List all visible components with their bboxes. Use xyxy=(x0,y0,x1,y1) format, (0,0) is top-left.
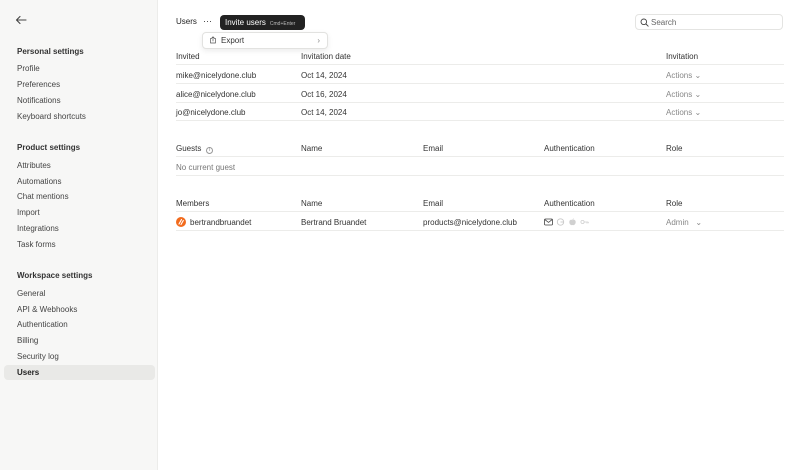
sidebar-item-chat-mentions[interactable]: Chat mentions xyxy=(4,189,155,204)
menu-item-export[interactable]: Export › xyxy=(204,34,326,47)
table-row: alice@nicelydone.club Oct 16, 2024 Actio… xyxy=(176,85,784,103)
column-header-authentication: Authentication xyxy=(544,144,595,153)
search-field[interactable] xyxy=(635,14,783,30)
sidebar-item-import[interactable]: Import xyxy=(4,205,155,220)
search-input[interactable] xyxy=(651,16,779,28)
role-value: Admin xyxy=(666,218,689,227)
menu-item-export-label: Export xyxy=(221,36,245,45)
key-auth-icon xyxy=(580,220,589,225)
search-icon xyxy=(640,18,649,27)
sidebar-item-general[interactable]: General xyxy=(4,286,155,301)
invitation-date: Oct 14, 2024 xyxy=(301,108,347,117)
avatar xyxy=(176,217,186,227)
users-page: Users ··· Invite users Cmd+Enter Export ›… xyxy=(158,0,800,470)
member-name: Bertrand Bruandet xyxy=(301,218,367,227)
export-icon xyxy=(210,36,216,44)
sidebar-item-preferences[interactable]: Preferences xyxy=(4,77,155,92)
email-auth-icon xyxy=(544,218,553,226)
invitation-date: Oct 16, 2024 xyxy=(301,90,347,99)
invited-table-header: Invited Invitation date Invitation xyxy=(176,48,784,65)
guests-header-label: Guests xyxy=(176,144,202,153)
empty-state-text: No current guest xyxy=(176,163,236,172)
column-header-invitation-date: Invitation date xyxy=(301,52,351,61)
info-icon[interactable]: i xyxy=(206,147,214,154)
google-auth-icon xyxy=(556,218,565,226)
sidebar-item-security-log[interactable]: Security log xyxy=(4,349,155,364)
settings-sidebar: Personal settings Profile Preferences No… xyxy=(0,0,158,470)
actions-dropdown[interactable]: Actions ⌄ xyxy=(666,90,701,99)
column-header-members: Members xyxy=(176,199,210,208)
more-options-button[interactable]: ··· xyxy=(200,15,215,29)
invite-users-button[interactable]: Invite users Cmd+Enter xyxy=(220,15,305,30)
guests-table-header: Guests i Name Email Authentication Role xyxy=(176,140,784,157)
invite-shortcut-hint: Cmd+Enter xyxy=(269,21,296,27)
column-header-name: Name xyxy=(301,144,323,153)
sidebar-item-automations[interactable]: Automations xyxy=(4,174,155,189)
column-header-name: Name xyxy=(301,199,323,208)
sidebar-item-task-forms[interactable]: Task forms xyxy=(4,237,155,252)
section-title-workspace: Workspace settings xyxy=(17,271,93,280)
column-header-role: Role xyxy=(666,144,683,153)
sidebar-item-keyboard-shortcuts[interactable]: Keyboard shortcuts xyxy=(4,109,155,124)
invited-email: mike@nicelydone.club xyxy=(176,71,257,80)
empty-guests-row: No current guest xyxy=(176,158,784,176)
section-title-personal: Personal settings xyxy=(17,47,84,56)
actions-dropdown[interactable]: Actions ⌄ xyxy=(666,108,701,117)
sidebar-item-notifications[interactable]: Notifications xyxy=(4,93,155,108)
section-title-product: Product settings xyxy=(17,143,81,152)
table-row: mike@nicelydone.club Oct 14, 2024 Action… xyxy=(176,66,784,84)
back-arrow-icon[interactable] xyxy=(15,15,29,27)
column-header-email: Email xyxy=(423,199,444,208)
column-header-invited: Invited xyxy=(176,52,200,61)
more-options-menu: Export › xyxy=(202,32,328,49)
column-header-email: Email xyxy=(423,144,444,153)
chevron-right-icon: › xyxy=(317,36,320,45)
sidebar-item-profile[interactable]: Profile xyxy=(4,61,155,76)
column-header-role: Role xyxy=(666,199,683,208)
sidebar-item-authentication[interactable]: Authentication xyxy=(4,317,155,332)
sidebar-item-api-webhooks[interactable]: API & Webhooks xyxy=(4,302,155,317)
sidebar-item-attributes[interactable]: Attributes xyxy=(4,158,155,173)
sidebar-item-billing[interactable]: Billing xyxy=(4,333,155,348)
sidebar-item-users[interactable]: Users xyxy=(4,365,155,380)
apple-auth-icon xyxy=(569,218,576,226)
column-header-authentication: Authentication xyxy=(544,199,595,208)
invited-email: jo@nicelydone.club xyxy=(176,108,246,117)
sidebar-item-integrations[interactable]: Integrations xyxy=(4,221,155,236)
column-header-guests: Guests i xyxy=(176,144,214,154)
actions-dropdown[interactable]: Actions ⌄ xyxy=(666,71,701,80)
invite-users-label: Invite users xyxy=(225,18,266,27)
members-table-header: Members Name Email Authentication Role xyxy=(176,195,784,212)
member-email: products@nicelydone.club xyxy=(423,218,517,227)
table-row: bertrandbruandet Bertrand Bruandet produ… xyxy=(176,213,784,231)
page-title: Users xyxy=(176,17,197,26)
invitation-date: Oct 14, 2024 xyxy=(301,71,347,80)
role-select[interactable]: Admin ⌄ xyxy=(666,218,702,227)
member-username: bertrandbruandet xyxy=(190,218,252,227)
column-header-invitation: Invitation xyxy=(666,52,699,61)
table-row: jo@nicelydone.club Oct 14, 2024 Actions … xyxy=(176,103,784,121)
chevron-down-icon: ⌄ xyxy=(695,218,703,227)
invited-email: alice@nicelydone.club xyxy=(176,90,256,99)
